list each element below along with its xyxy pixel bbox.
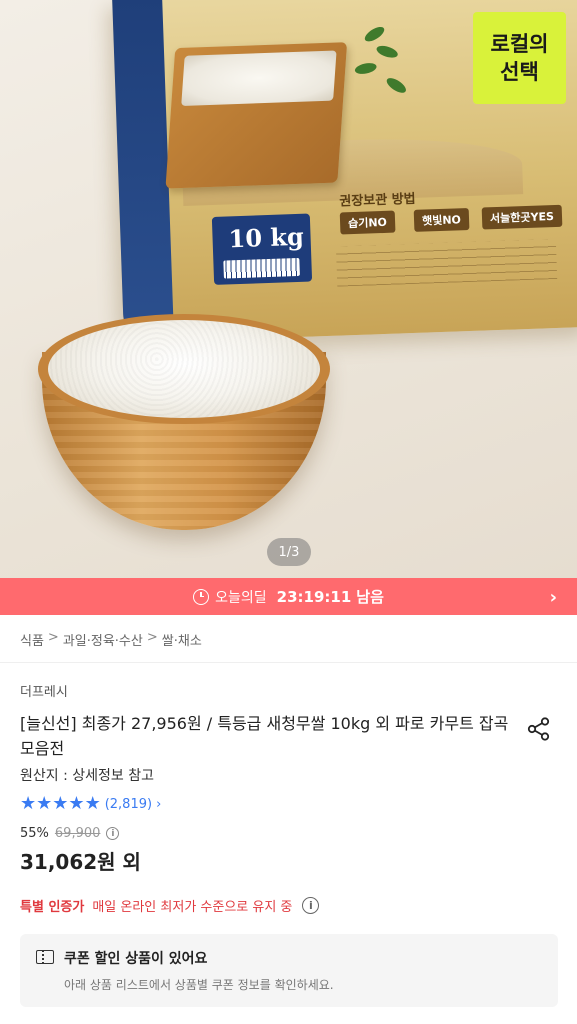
wooden-rice-box-image	[165, 42, 348, 189]
discount-row: 55% 69,900 i	[20, 826, 120, 841]
rice-bowl-image	[38, 300, 330, 532]
divider	[0, 662, 577, 663]
coupon-title: 쿠폰 할인 상품이 있어요	[64, 951, 208, 967]
image-counter: 1/3	[267, 538, 311, 566]
coupon-description: 아래 상품 리스트에서 상품별 쿠폰 정보를 확인하세요.	[64, 978, 334, 992]
chevron-right-icon: >	[47, 630, 59, 645]
certification-label: 특별 인증가	[20, 900, 85, 915]
deal-label: 오늘의딜	[215, 589, 267, 606]
todays-deal-bar[interactable]: 오늘의딜 23:19:11 남음 ›	[0, 578, 577, 615]
info-icon[interactable]: i	[106, 827, 120, 840]
chevron-right-icon: >	[146, 630, 158, 645]
share-icon[interactable]	[526, 716, 552, 742]
breadcrumb-item[interactable]: 과일·정육·수산	[63, 630, 143, 649]
storage-chip: 서늘한곳YES	[481, 204, 563, 230]
storage-title: 권장보관 방법	[339, 191, 416, 210]
info-icon[interactable]: i	[302, 897, 320, 914]
original-price: 69,900	[54, 826, 101, 841]
star-icon: ★	[52, 793, 69, 814]
bag-navy-strip	[112, 0, 174, 339]
deal-remaining: 남음	[356, 588, 384, 606]
review-count[interactable]: (2,819)	[105, 797, 152, 812]
star-icon: ★	[36, 793, 53, 814]
clock-icon	[193, 588, 210, 605]
seller-name[interactable]: 더프레시	[20, 681, 68, 700]
weight-label: 10 kg	[211, 213, 313, 285]
local-choice-badge: 로컬의 선택	[473, 12, 566, 104]
product-title: [늘신선] 최종가 27,956원 / 특등급 새청무쌀 10kg 외 파로 카…	[20, 714, 509, 758]
product-image-carousel[interactable]: 10 kg 권장보관 방법 습기NO 햇빛NO 서늘한곳YES 로컬의 선택 1…	[0, 0, 577, 578]
star-icon: ★	[68, 793, 85, 814]
storage-chip: 햇빛NO	[413, 207, 470, 232]
storage-chip: 습기NO	[339, 210, 396, 235]
origin-info: 원산지 : 상세정보 참고	[20, 768, 154, 784]
star-icon: ★	[20, 793, 37, 814]
chevron-right-icon: ›	[156, 796, 162, 812]
coupon-icon	[36, 950, 54, 964]
bag-fine-print	[335, 238, 558, 287]
chevron-right-icon[interactable]: ›	[550, 587, 557, 608]
discount-rate: 55%	[20, 826, 49, 841]
star-icon: ★	[84, 793, 101, 814]
coupon-notice[interactable]: 쿠폰 할인 상품이 있어요 아래 상품 리스트에서 상품별 쿠폰 정보를 확인하…	[20, 934, 558, 1007]
rating-row[interactable]: ★ ★ ★ ★ ★ (2,819) ›	[20, 795, 161, 813]
certification-row: 특별 인증가 매일 온라인 최저가 수준으로 유지 중 i	[20, 896, 320, 915]
barcode-image	[223, 257, 300, 279]
breadcrumb-item[interactable]: 식품	[20, 630, 44, 649]
rice-grains	[48, 320, 320, 418]
breadcrumb-item[interactable]: 쌀·채소	[162, 630, 202, 649]
breadcrumb: 식품 > 과일·정육·수산 > 쌀·채소	[20, 630, 202, 649]
final-price: 31,062원 외	[20, 850, 141, 874]
deal-countdown: 23:19:11	[276, 587, 352, 606]
certification-text: 매일 온라인 최저가 수준으로 유지 중	[92, 900, 293, 915]
